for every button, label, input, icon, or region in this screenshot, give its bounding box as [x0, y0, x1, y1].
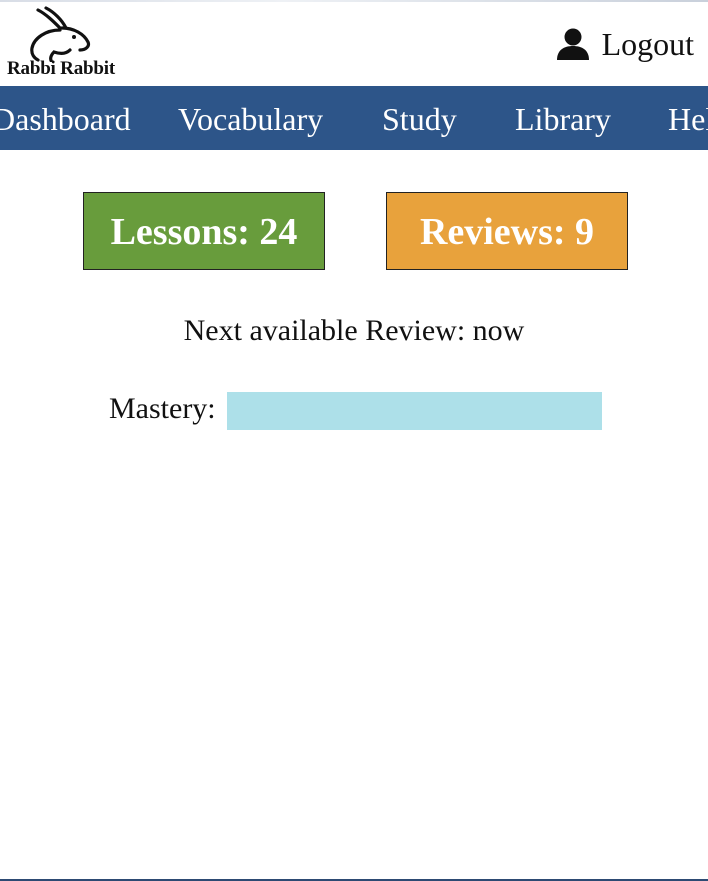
app-logo[interactable]: Rabbi Rabbit [4, 6, 122, 80]
mastery-label: Mastery: [109, 392, 216, 425]
nav-item-help[interactable]: Help [668, 86, 708, 150]
mastery-bar [227, 392, 602, 430]
rabbit-logo-icon [30, 6, 91, 62]
main-navigation: Dashboard Vocabulary Study Library Help [0, 86, 708, 150]
logo-text: Rabbi Rabbit [7, 58, 115, 79]
reviews-button[interactable]: Reviews: 9 [386, 192, 628, 270]
nav-item-library[interactable]: Library [515, 86, 611, 150]
header: Rabbi Rabbit Logout [0, 0, 708, 86]
nav-item-study[interactable]: Study [382, 86, 457, 150]
nav-item-vocabulary[interactable]: Vocabulary [178, 86, 323, 150]
logout-button[interactable]: Logout [556, 22, 694, 66]
next-review-text: Next available Review: now [183, 314, 525, 347]
lessons-button[interactable]: Lessons: 24 [83, 192, 325, 270]
user-icon [556, 28, 589, 60]
logout-label: Logout [601, 25, 694, 62]
nav-item-dashboard[interactable]: Dashboard [0, 86, 131, 150]
